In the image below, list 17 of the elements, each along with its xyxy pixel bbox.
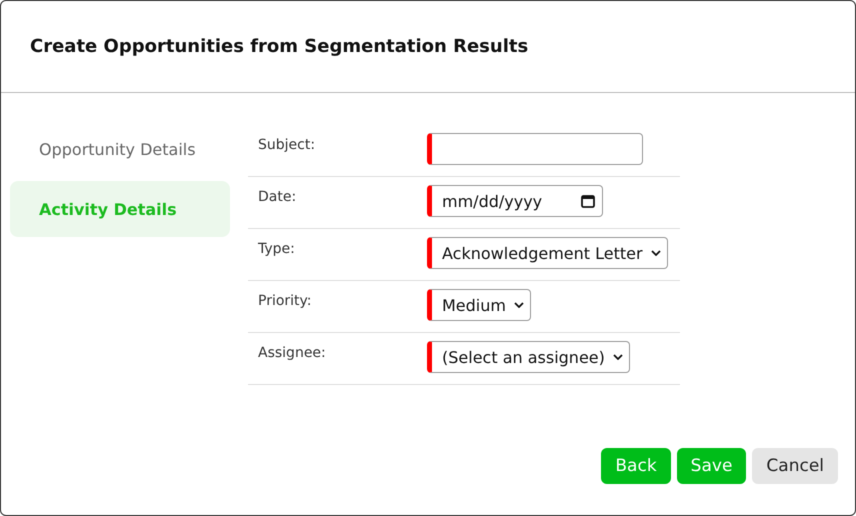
date-field[interactable]: mm/dd/yyyy [427, 185, 603, 217]
dialog-title: Create Opportunities from Segmentation Results [30, 36, 528, 57]
input-field[interactable] [427, 133, 643, 165]
dropdown[interactable]: Medium [427, 289, 531, 321]
chevron-icon [514, 302, 524, 308]
chevron-icon [612, 354, 623, 360]
field-label: Priority: [257, 292, 313, 311]
calendar-icon[interactable] [580, 193, 596, 209]
field-label: Date: [257, 188, 298, 207]
dropdown[interactable]: Acknowledgement Letter [427, 237, 668, 269]
dialog-button[interactable]: Cancel [752, 448, 838, 484]
dropdown[interactable]: (Select an assignee) [427, 341, 630, 373]
sidebar-tab[interactable]: Opportunity Details [10, 125, 230, 173]
chevron-icon [650, 250, 661, 256]
field-label: Subject: [257, 136, 316, 155]
field-label: Assignee: [257, 344, 327, 363]
field-label: Type: [257, 240, 296, 259]
